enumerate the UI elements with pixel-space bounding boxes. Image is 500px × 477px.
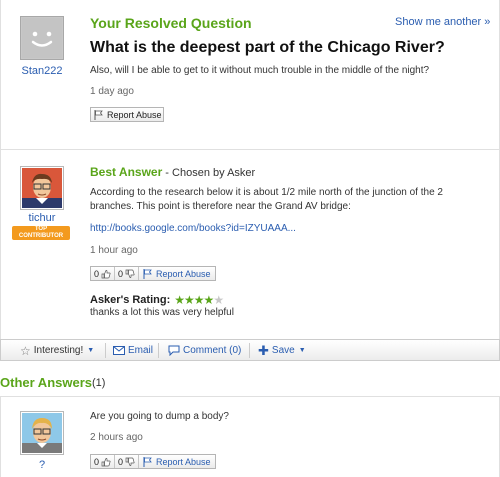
star-icon: ☆ bbox=[20, 343, 31, 358]
tichur-avatar[interactable] bbox=[20, 166, 64, 210]
asker-rating: Asker's Rating: ★★★★★ bbox=[90, 293, 224, 307]
question-panel: Stan222 Your Resolved Question Show me a… bbox=[0, 0, 500, 149]
report-abuse-label: Report Abuse bbox=[156, 456, 211, 467]
report-abuse-label: Report Abuse bbox=[156, 268, 211, 279]
email-icon bbox=[113, 346, 125, 355]
filled-star-icon: ★ bbox=[203, 293, 215, 307]
other-answerer-username[interactable]: ? bbox=[12, 459, 72, 471]
asker-username[interactable]: Stan222 bbox=[12, 65, 72, 77]
divider bbox=[249, 343, 250, 358]
thumbs-down-button[interactable]: 0 bbox=[115, 455, 140, 468]
badge-line2: CONTRIBUTOR bbox=[18, 233, 64, 239]
chosen-by-label: - Chosen by Asker bbox=[162, 167, 256, 179]
best-answer-title: Best Answer bbox=[90, 165, 163, 179]
top-contributor-badge: TOP CONTRIBUTOR bbox=[12, 226, 70, 240]
section-title: Your Resolved Question bbox=[90, 15, 252, 31]
divider bbox=[158, 343, 159, 358]
interesting-label: Interesting! bbox=[33, 345, 84, 356]
report-abuse-button[interactable]: Report Abuse bbox=[90, 107, 164, 122]
chevron-down-icon: ▼ bbox=[298, 347, 306, 354]
rating-comment: thanks a lot this was very helpful bbox=[90, 307, 234, 318]
interesting-button[interactable]: ☆ Interesting! ▼ bbox=[20, 343, 94, 358]
thumbs-up-button[interactable]: 0 bbox=[91, 455, 116, 468]
filled-star-icon: ★ bbox=[174, 293, 185, 307]
thumbs-down-count: 0 bbox=[118, 268, 124, 279]
flag-icon bbox=[94, 109, 103, 120]
other-answers-title: Other Answers bbox=[0, 375, 92, 390]
smiley-avatar-icon bbox=[22, 18, 62, 58]
thumbs-up-count: 0 bbox=[94, 456, 100, 467]
answer-line-1: According to the research below it is ab… bbox=[90, 187, 443, 198]
report-abuse-button[interactable]: Report Abuse bbox=[139, 455, 215, 468]
question-title: What is the deepest part of the Chicago … bbox=[90, 39, 445, 56]
empty-star-icon: ★ bbox=[213, 293, 224, 307]
other-answers-header: Other Answers (1) bbox=[0, 372, 500, 396]
question-details: Also, will I be able to get to it withou… bbox=[90, 65, 430, 76]
best-answer-panel: tichur TOP CONTRIBUTOR Best Answer - Cho… bbox=[0, 149, 500, 339]
thumbs-up-icon bbox=[101, 269, 111, 278]
rating-label: Asker's Rating: bbox=[90, 294, 171, 306]
chevron-down-icon: ▼ bbox=[87, 347, 95, 354]
badge-line1: TOP bbox=[34, 226, 48, 232]
flag-icon bbox=[143, 456, 152, 467]
thumbs-down-icon bbox=[125, 457, 135, 466]
other-answer-item: ? Are you going to dump a body? 2 hours … bbox=[0, 396, 500, 477]
rating-stars: ★★★★★ bbox=[174, 293, 224, 307]
other-answers-count: (1) bbox=[92, 377, 106, 389]
other-answer-time: 2 hours ago bbox=[90, 432, 143, 443]
other-answer-text: Are you going to dump a body? bbox=[90, 411, 229, 422]
divider bbox=[105, 343, 106, 358]
show-another-link[interactable]: Show me another » bbox=[395, 16, 490, 28]
email-label: Email bbox=[128, 345, 154, 356]
cartoon-avatar-icon bbox=[22, 168, 62, 208]
comment-icon bbox=[168, 345, 180, 356]
save-label: Save bbox=[271, 345, 295, 356]
best-answer-text: According to the research below it is ab… bbox=[90, 186, 443, 214]
plus-icon: ✚ bbox=[258, 342, 269, 358]
report-abuse-label: Report Abuse bbox=[107, 109, 162, 120]
answer-vote-bar: 0 0 Report Abuse bbox=[90, 266, 216, 281]
save-button[interactable]: ✚ Save ▼ bbox=[258, 343, 306, 358]
cartoon-avatar-icon bbox=[22, 413, 62, 453]
report-abuse-button[interactable]: Report Abuse bbox=[139, 267, 215, 280]
filled-star-icon: ★ bbox=[184, 293, 195, 307]
answerer-username[interactable]: tichur bbox=[12, 212, 72, 224]
comment-label: Comment (0) bbox=[183, 345, 242, 356]
answerer-avatar[interactable] bbox=[20, 411, 64, 455]
thumbs-up-count: 0 bbox=[94, 268, 100, 279]
answer-line-2: branches. This point is therefore near t… bbox=[90, 201, 351, 212]
email-button[interactable]: Email bbox=[113, 343, 153, 358]
default-avatar[interactable] bbox=[20, 16, 64, 60]
thumbs-down-button[interactable]: 0 bbox=[115, 267, 140, 280]
thumbs-down-count: 0 bbox=[118, 456, 124, 467]
other-answer-vote-bar: 0 0 Report Abuse bbox=[90, 454, 216, 469]
question-time: 1 day ago bbox=[90, 86, 134, 97]
comment-button[interactable]: Comment (0) bbox=[168, 343, 241, 358]
thumbs-up-icon bbox=[101, 457, 111, 466]
flag-icon bbox=[143, 268, 152, 279]
filled-star-icon: ★ bbox=[193, 293, 205, 307]
thumbs-up-button[interactable]: 0 bbox=[91, 267, 116, 280]
answer-time: 1 hour ago bbox=[90, 245, 138, 256]
best-answer-heading: Best Answer - Chosen by Asker bbox=[90, 165, 255, 179]
thumbs-down-icon bbox=[125, 269, 135, 278]
answer-action-bar: ☆ Interesting! ▼ Email Comment (0) ✚ Sav… bbox=[0, 339, 500, 361]
source-link[interactable]: http://books.google.com/books?id=IZYUAAA… bbox=[90, 223, 296, 234]
